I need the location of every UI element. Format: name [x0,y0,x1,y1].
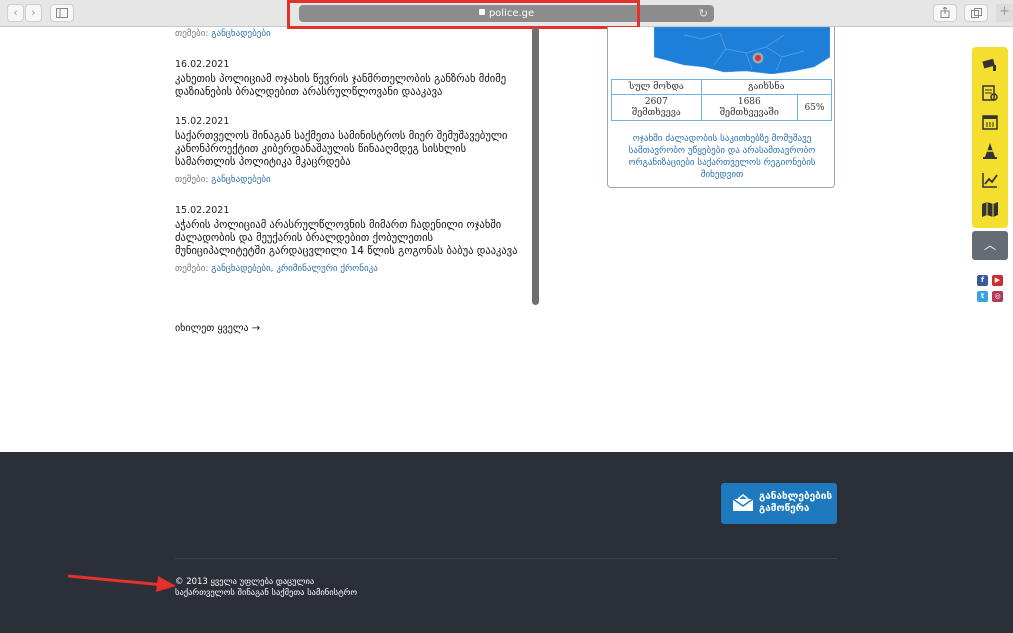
violence-map-widget: სულ მოხდა გაიხსნა 2607 შემთხვევა 1686 შემთ… [607,27,835,188]
footer: განახლებების გამოწერა © 2013 ყველა უფლებ… [0,452,1013,633]
facebook-icon[interactable]: f [977,275,988,286]
organizations-link[interactable]: ოჯახში ძალადობის საკითხებზე მომუშავე სამ… [612,133,832,181]
stats-table: სულ მოხდა გაიხსნა 2607 შემთხვევა 1686 შემთ… [611,79,833,121]
twitter-icon[interactable]: t [977,291,988,302]
sidebar-icon [56,8,68,18]
youtube-icon[interactable]: ▶ [992,275,1003,286]
url-highlight-box [287,0,640,29]
tabs-icon [970,8,982,18]
footer-divider [175,558,837,559]
sidebar-toggle-button[interactable] [50,4,74,22]
stats-solved-cell: 1686 შემთხვევაში [700,94,799,121]
news-headline-link[interactable]: კახეთის პოლიციამ ოჯახის წევრის ჯანმრთელო… [175,73,525,99]
quick-links-panel [972,47,1008,228]
news-date: 15.02.2021 [175,205,230,216]
theme-link[interactable]: განცხადებები [211,175,270,185]
subscribe-label: განახლებების გამოწერა [759,491,833,514]
tabs-overview-button[interactable] [964,4,988,22]
share-button[interactable] [933,4,957,22]
calendar-icon[interactable] [981,113,999,131]
envelope-icon [732,494,754,511]
red-arrow-annotation [68,574,176,592]
share-icon [940,6,950,18]
copyright-text: © 2013 ყველა უფლება დაცულია საქართველოს … [175,577,358,598]
stats-percent: 65% [797,94,832,121]
news-date: 15.02.2021 [175,116,230,127]
subscribe-updates-button[interactable]: განახლებების გამოწერა [721,483,837,524]
news-headline-link[interactable]: საქართველოს შინაგან საქმეთა სამინისტროს … [175,130,525,169]
stats-total-cell: 2607 შემთხვევა [611,94,702,121]
news-scrollbar[interactable] [532,27,539,305]
georgia-map[interactable] [654,27,830,74]
scroll-to-top-button[interactable]: ︿ [972,231,1008,260]
map-icon[interactable] [981,200,999,218]
forward-button[interactable]: › [25,4,42,22]
theme-link[interactable]: განცხადებები [211,29,270,39]
news-item: 15.02.2021 აჭარის პოლიციამ არასრულწლოვნი… [175,205,525,274]
stats-header-solved: გაიხსნა [700,79,833,95]
camera-icon[interactable] [981,55,999,73]
news-themes: თემები: განცხადებები [175,175,271,185]
back-button[interactable]: ‹ [7,4,24,22]
news-themes: თემები: განცხადებები [175,29,271,39]
news-date: 16.02.2021 [175,59,230,70]
theme-link[interactable]: განცხადებები, კრიმინალური ქრონიკა [211,264,378,274]
chart-icon[interactable] [981,171,999,189]
traffic-cone-icon[interactable] [981,142,999,160]
news-item: თემები: განცხადებები [175,29,525,39]
document-search-icon[interactable] [981,84,999,102]
news-item: 15.02.2021 საქართველოს შინაგან საქმეთა ს… [175,116,525,185]
news-themes: თემები: განცხადებები, კრიმინალური ქრონიკ… [175,264,378,274]
news-headline-link[interactable]: აჭარის პოლიციამ არასრულწლოვნის მიმართ ჩა… [175,219,525,258]
stats-header-total: სულ მოხდა [611,79,702,95]
news-item: 16.02.2021 კახეთის პოლიციამ ოჯახის წევრი… [175,59,525,99]
see-all-link[interactable]: იხილეთ ყველა → [175,323,260,334]
reload-icon[interactable]: ↻ [699,5,708,22]
instagram-icon[interactable]: ◎ [992,291,1003,302]
chevron-up-icon: ︿ [983,238,996,252]
new-tab-button[interactable]: + [996,4,1013,22]
